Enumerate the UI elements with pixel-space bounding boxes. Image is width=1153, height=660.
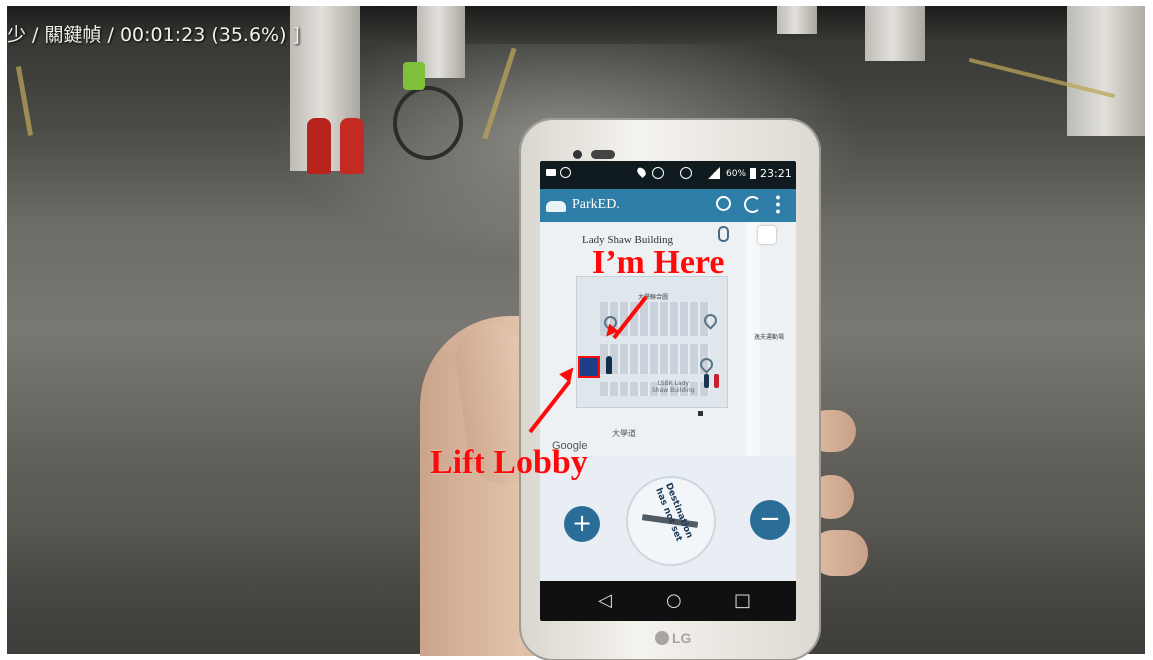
- pillar: [865, 6, 925, 61]
- video-call-icon: [546, 169, 556, 176]
- search-icon[interactable]: [716, 196, 731, 211]
- microphone-icon[interactable]: [718, 226, 729, 242]
- video-osd-text: 少 / 關鍵幀 / 00:01:23 (35.6%) ]: [7, 24, 300, 46]
- recent-apps-button[interactable]: □: [734, 591, 751, 611]
- phone-screen[interactable]: 60% 23:21 ParkED. Lady Shaw Building 大學聯…: [540, 161, 796, 621]
- floor-stripe: [15, 66, 34, 136]
- parking-block: [600, 344, 710, 374]
- restroom-male-icon: [704, 374, 709, 388]
- lift-icon: [578, 356, 600, 378]
- app-bar: ParkED.: [540, 189, 796, 222]
- chat-icon: [560, 167, 571, 178]
- zoom-out-button[interactable]: −: [750, 500, 790, 540]
- app-title: ParkED.: [572, 197, 620, 212]
- back-button[interactable]: ◁: [598, 591, 612, 611]
- lift-lobby-annotation: Lift Lobby: [430, 444, 588, 481]
- status-time: 23:21: [760, 167, 792, 180]
- pillar: [777, 6, 817, 34]
- zoom-in-label: +: [571, 509, 593, 537]
- car-logo-icon: [546, 201, 566, 212]
- location-icon: [635, 165, 648, 179]
- right-label: 逸夫運動場: [754, 334, 785, 341]
- home-button[interactable]: ○: [666, 591, 682, 611]
- zoom-in-button[interactable]: +: [564, 506, 600, 542]
- floor-stripe: [482, 47, 517, 140]
- road-label: 大學道: [612, 429, 636, 438]
- status-bar: 60% 23:21: [540, 161, 796, 189]
- alarm-icon: [680, 167, 692, 179]
- bicycle-frame: [403, 62, 425, 90]
- fire-extinguisher: [340, 118, 364, 174]
- fire-extinguisher: [307, 118, 331, 174]
- battery-percent: 60%: [726, 169, 747, 179]
- pillar: [1067, 6, 1145, 136]
- compass: Destination has not set: [626, 476, 716, 566]
- earpiece: [591, 150, 615, 159]
- refresh-icon[interactable]: [744, 196, 761, 213]
- my-location-icon[interactable]: [758, 226, 776, 244]
- compass-text: Destination has not set: [653, 481, 695, 544]
- user-location-icon: [606, 356, 612, 374]
- lg-logo-icon: [655, 631, 669, 645]
- front-camera: [573, 150, 582, 159]
- sync-icon: [652, 167, 664, 179]
- battery-icon: [750, 168, 756, 179]
- bicycle-wheel: [393, 86, 463, 160]
- map-dot: [698, 411, 703, 416]
- restroom-female-icon: [714, 374, 719, 388]
- brand-logo: LG: [655, 630, 691, 646]
- zoom-out-label: −: [759, 504, 781, 534]
- im-here-annotation: I’m Here: [592, 244, 725, 281]
- android-nav-bar: ◁ ○ □: [540, 581, 796, 621]
- signal-icon: [708, 167, 720, 179]
- overflow-menu-icon[interactable]: [776, 194, 780, 214]
- video-frame: 少 / 關鍵幀 / 00:01:23 (35.6%) ] LG 60% 23:2…: [0, 0, 1153, 660]
- building-caption: LSBK Lady Shaw Building: [652, 380, 695, 394]
